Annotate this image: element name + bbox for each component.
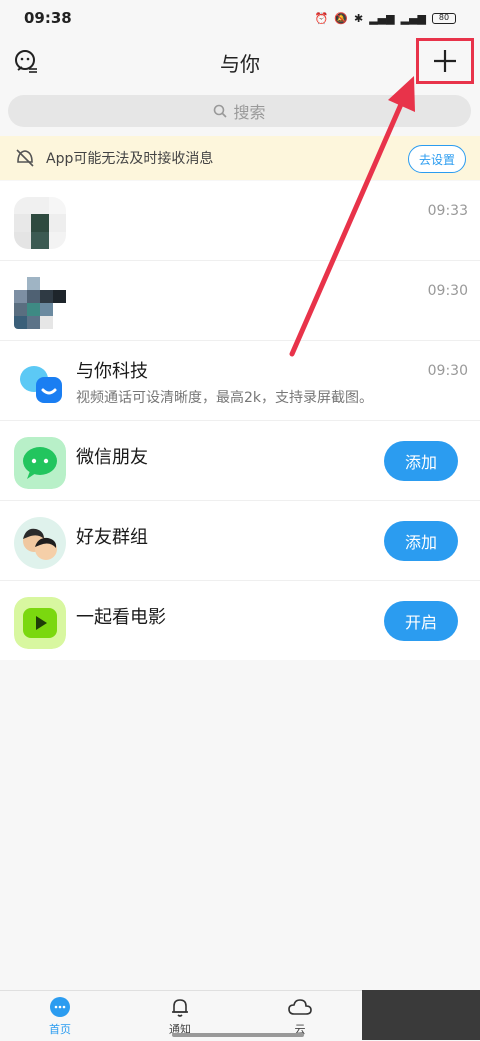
enable-movie-button[interactable]: 开启 [384, 601, 458, 641]
conversation-time: 09:30 [427, 363, 468, 379]
search-bar[interactable]: 搜索 [8, 95, 471, 127]
search-placeholder: 搜索 [233, 103, 266, 122]
conversation-list: 09:33 09:30 与你科技 视频通话可设清晰度，最高2k，支持录屏截图。 … [0, 181, 480, 660]
status-bar: 09:38 ⏰ 🔕 ✱ ▂▄▆ ▂▄▆ 80 [0, 0, 480, 36]
movie-play-icon [14, 597, 66, 649]
bluetooth-icon: ✱ [354, 11, 364, 25]
list-item[interactable]: 一起看电影 开启 [0, 581, 480, 660]
redacted-area [362, 990, 480, 1040]
alarm-icon: ⏰ [314, 11, 329, 25]
tab-home[interactable]: 首页 [0, 991, 120, 1041]
home-indicator[interactable] [172, 1033, 304, 1037]
chat-bubble-icon [50, 997, 70, 1017]
search-icon [214, 104, 228, 118]
tab-label: 首页 [49, 1023, 71, 1036]
status-time: 09:38 [24, 9, 72, 27]
conversation-name: 与你科技 [76, 361, 148, 382]
bell-icon [172, 999, 188, 1017]
add-wechat-friends-button[interactable]: 添加 [384, 441, 458, 481]
add-button[interactable] [416, 38, 474, 84]
page-title: 与你 [220, 52, 260, 76]
conversation-name: 好友群组 [76, 527, 148, 548]
yuni-tech-logo-icon [20, 366, 62, 403]
battery-icon: 80 [432, 12, 456, 24]
avatar [14, 277, 66, 329]
app-header: 与你 [0, 36, 480, 88]
list-item[interactable]: 好友群组 添加 [0, 501, 480, 581]
friend-group-icon [14, 517, 66, 569]
avatar [14, 197, 66, 249]
cloud-icon [288, 999, 312, 1015]
list-item[interactable]: 09:33 [0, 181, 480, 261]
conversation-time: 09:33 [427, 203, 468, 219]
list-item[interactable]: 09:30 [0, 261, 480, 341]
signal-icon: ▂▄▆ [369, 11, 395, 25]
plus-icon [434, 50, 456, 72]
notification-warning-banner: App可能无法及时接收消息 去设置 [0, 136, 480, 180]
go-settings-button[interactable]: 去设置 [407, 145, 466, 173]
wechat-friends-icon [14, 437, 66, 489]
conversation-preview: 视频通话可设清晰度，最高2k，支持录屏截图。 [76, 390, 374, 406]
add-friend-group-button[interactable]: 添加 [384, 521, 458, 561]
conversation-name: 微信朋友 [76, 447, 148, 468]
mute-icon: 🔕 [334, 11, 348, 25]
list-item[interactable]: 与你科技 视频通话可设清晰度，最高2k，支持录屏截图。 09:30 [0, 341, 480, 421]
list-item[interactable]: 微信朋友 添加 [0, 421, 480, 501]
notice-text: App可能无法及时接收消息 [46, 151, 214, 167]
conversation-time: 09:30 [427, 283, 468, 299]
conversation-name: 一起看电影 [76, 607, 166, 628]
signal-icon-2: ▂▄▆ [400, 11, 426, 25]
status-icons: ⏰ 🔕 ✱ ▂▄▆ ▂▄▆ 80 [315, 12, 456, 25]
notification-off-icon [16, 149, 34, 167]
